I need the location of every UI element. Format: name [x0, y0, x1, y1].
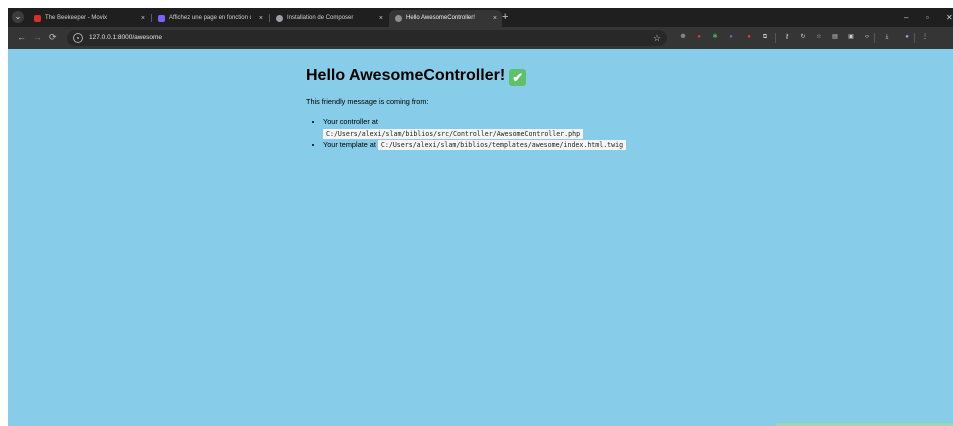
reading-list-icon[interactable]: ▤: [830, 32, 840, 42]
close-window-button[interactable]: ✕: [946, 10, 953, 25]
page-favicon-icon: [395, 15, 402, 22]
reload-button[interactable]: ⟳: [49, 31, 57, 44]
browser-window: ⌄ The Beekeeper - Movix × Affichez une p…: [8, 8, 953, 426]
back-button[interactable]: ←: [17, 31, 26, 44]
history-icon[interactable]: ↻: [798, 32, 808, 42]
page-heading: Hello AwesomeController! ✔: [306, 66, 726, 86]
minimize-button[interactable]: –: [904, 10, 908, 25]
extension-puzzle-color-icon[interactable]: ●: [726, 32, 736, 42]
tab-strip: ⌄ The Beekeeper - Movix × Affichez une p…: [8, 8, 953, 27]
page-title: Hello AwesomeController!: [306, 67, 506, 84]
toolbar-divider: [775, 33, 776, 43]
extensions-puzzle-icon[interactable]: ⧉: [760, 32, 770, 42]
controller-path: C:/Users/alexi/slam/biblios/src/Controll…: [323, 129, 584, 139]
tab-label: Installation de Composer: [287, 15, 354, 21]
extension-red-icon[interactable]: ●: [744, 32, 754, 42]
menu-icon[interactable]: ⋮: [920, 32, 930, 42]
bookmarks-icon[interactable]: ☆: [814, 32, 824, 42]
extension-owl-icon[interactable]: ❁: [678, 32, 688, 42]
profile-avatar-icon[interactable]: ●: [902, 32, 912, 42]
toolbar-divider: [914, 33, 915, 43]
tab-search-dropdown-icon[interactable]: ⌄: [12, 11, 24, 23]
extension-adblock-icon[interactable]: ●: [694, 32, 704, 42]
source-list: Your controller at C:/Users/alexi/slam/b…: [306, 117, 726, 150]
tab-label: The Beekeeper - Movix: [45, 15, 108, 21]
tab-installation-de-composer[interactable]: Installation de Composer ×: [270, 10, 388, 27]
devtools-icon[interactable]: ‹›: [862, 32, 872, 42]
password-key-icon[interactable]: ⚷: [782, 32, 792, 42]
bookmark-star-icon[interactable]: ☆: [653, 30, 661, 46]
tab-search-icon[interactable]: ▣: [846, 32, 856, 42]
list-item-controller: Your controller at C:/Users/alexi/slam/b…: [323, 117, 726, 139]
forward-button[interactable]: →: [33, 31, 42, 44]
movix-favicon-icon: [34, 15, 41, 22]
page-viewport: Hello AwesomeController! ✔ This friendly …: [8, 49, 953, 426]
template-path: C:/Users/alexi/slam/biblios/templates/aw…: [377, 140, 627, 150]
list-item-template: Your template at C:/Users/alexi/slam/bib…: [323, 140, 726, 150]
tab-label: Affichez une page en fonction d: [169, 15, 251, 21]
tab-the-beekeeper[interactable]: The Beekeeper - Movix ×: [28, 10, 150, 27]
check-mark-icon: ✔: [509, 69, 527, 86]
browser-toolbar: ← → ⟳ 127.0.0.1:8000/awesome ☆ ❁ ● ✱ ● ● ⧉ ⚷ ↻ ☆…: [8, 27, 953, 49]
tab-affichez-une-page[interactable]: Affichez une page en fonction d ×: [152, 10, 268, 27]
new-tab-button[interactable]: +: [502, 10, 508, 25]
download-icon[interactable]: ⤓: [882, 32, 892, 42]
toolbar-divider: [874, 33, 875, 43]
url-text[interactable]: 127.0.0.1:8000/awesome: [89, 30, 162, 46]
extension-translate-icon[interactable]: ✱: [710, 32, 720, 42]
restore-button[interactable]: ▫: [926, 10, 929, 25]
controller-label: Your controller at: [323, 117, 378, 126]
tab-hello-awesomecontroller[interactable]: Hello AwesomeController! ×: [389, 10, 502, 27]
tab-close-icon[interactable]: ×: [141, 10, 145, 27]
tab-close-icon[interactable]: ×: [259, 10, 263, 27]
tab-label: Hello AwesomeController!: [406, 15, 475, 21]
page-content: Hello AwesomeController! ✔ This friendly …: [306, 66, 726, 151]
intro-text: This friendly message is coming from:: [306, 97, 429, 106]
template-label: Your template at: [323, 140, 376, 149]
openclassrooms-favicon-icon: [158, 15, 165, 22]
site-info-icon[interactable]: [73, 33, 83, 43]
globe-favicon-icon: [276, 15, 283, 22]
tab-close-icon[interactable]: ×: [493, 10, 497, 27]
tab-close-icon[interactable]: ×: [379, 10, 383, 27]
address-bar[interactable]: 127.0.0.1:8000/awesome ☆: [67, 30, 667, 46]
